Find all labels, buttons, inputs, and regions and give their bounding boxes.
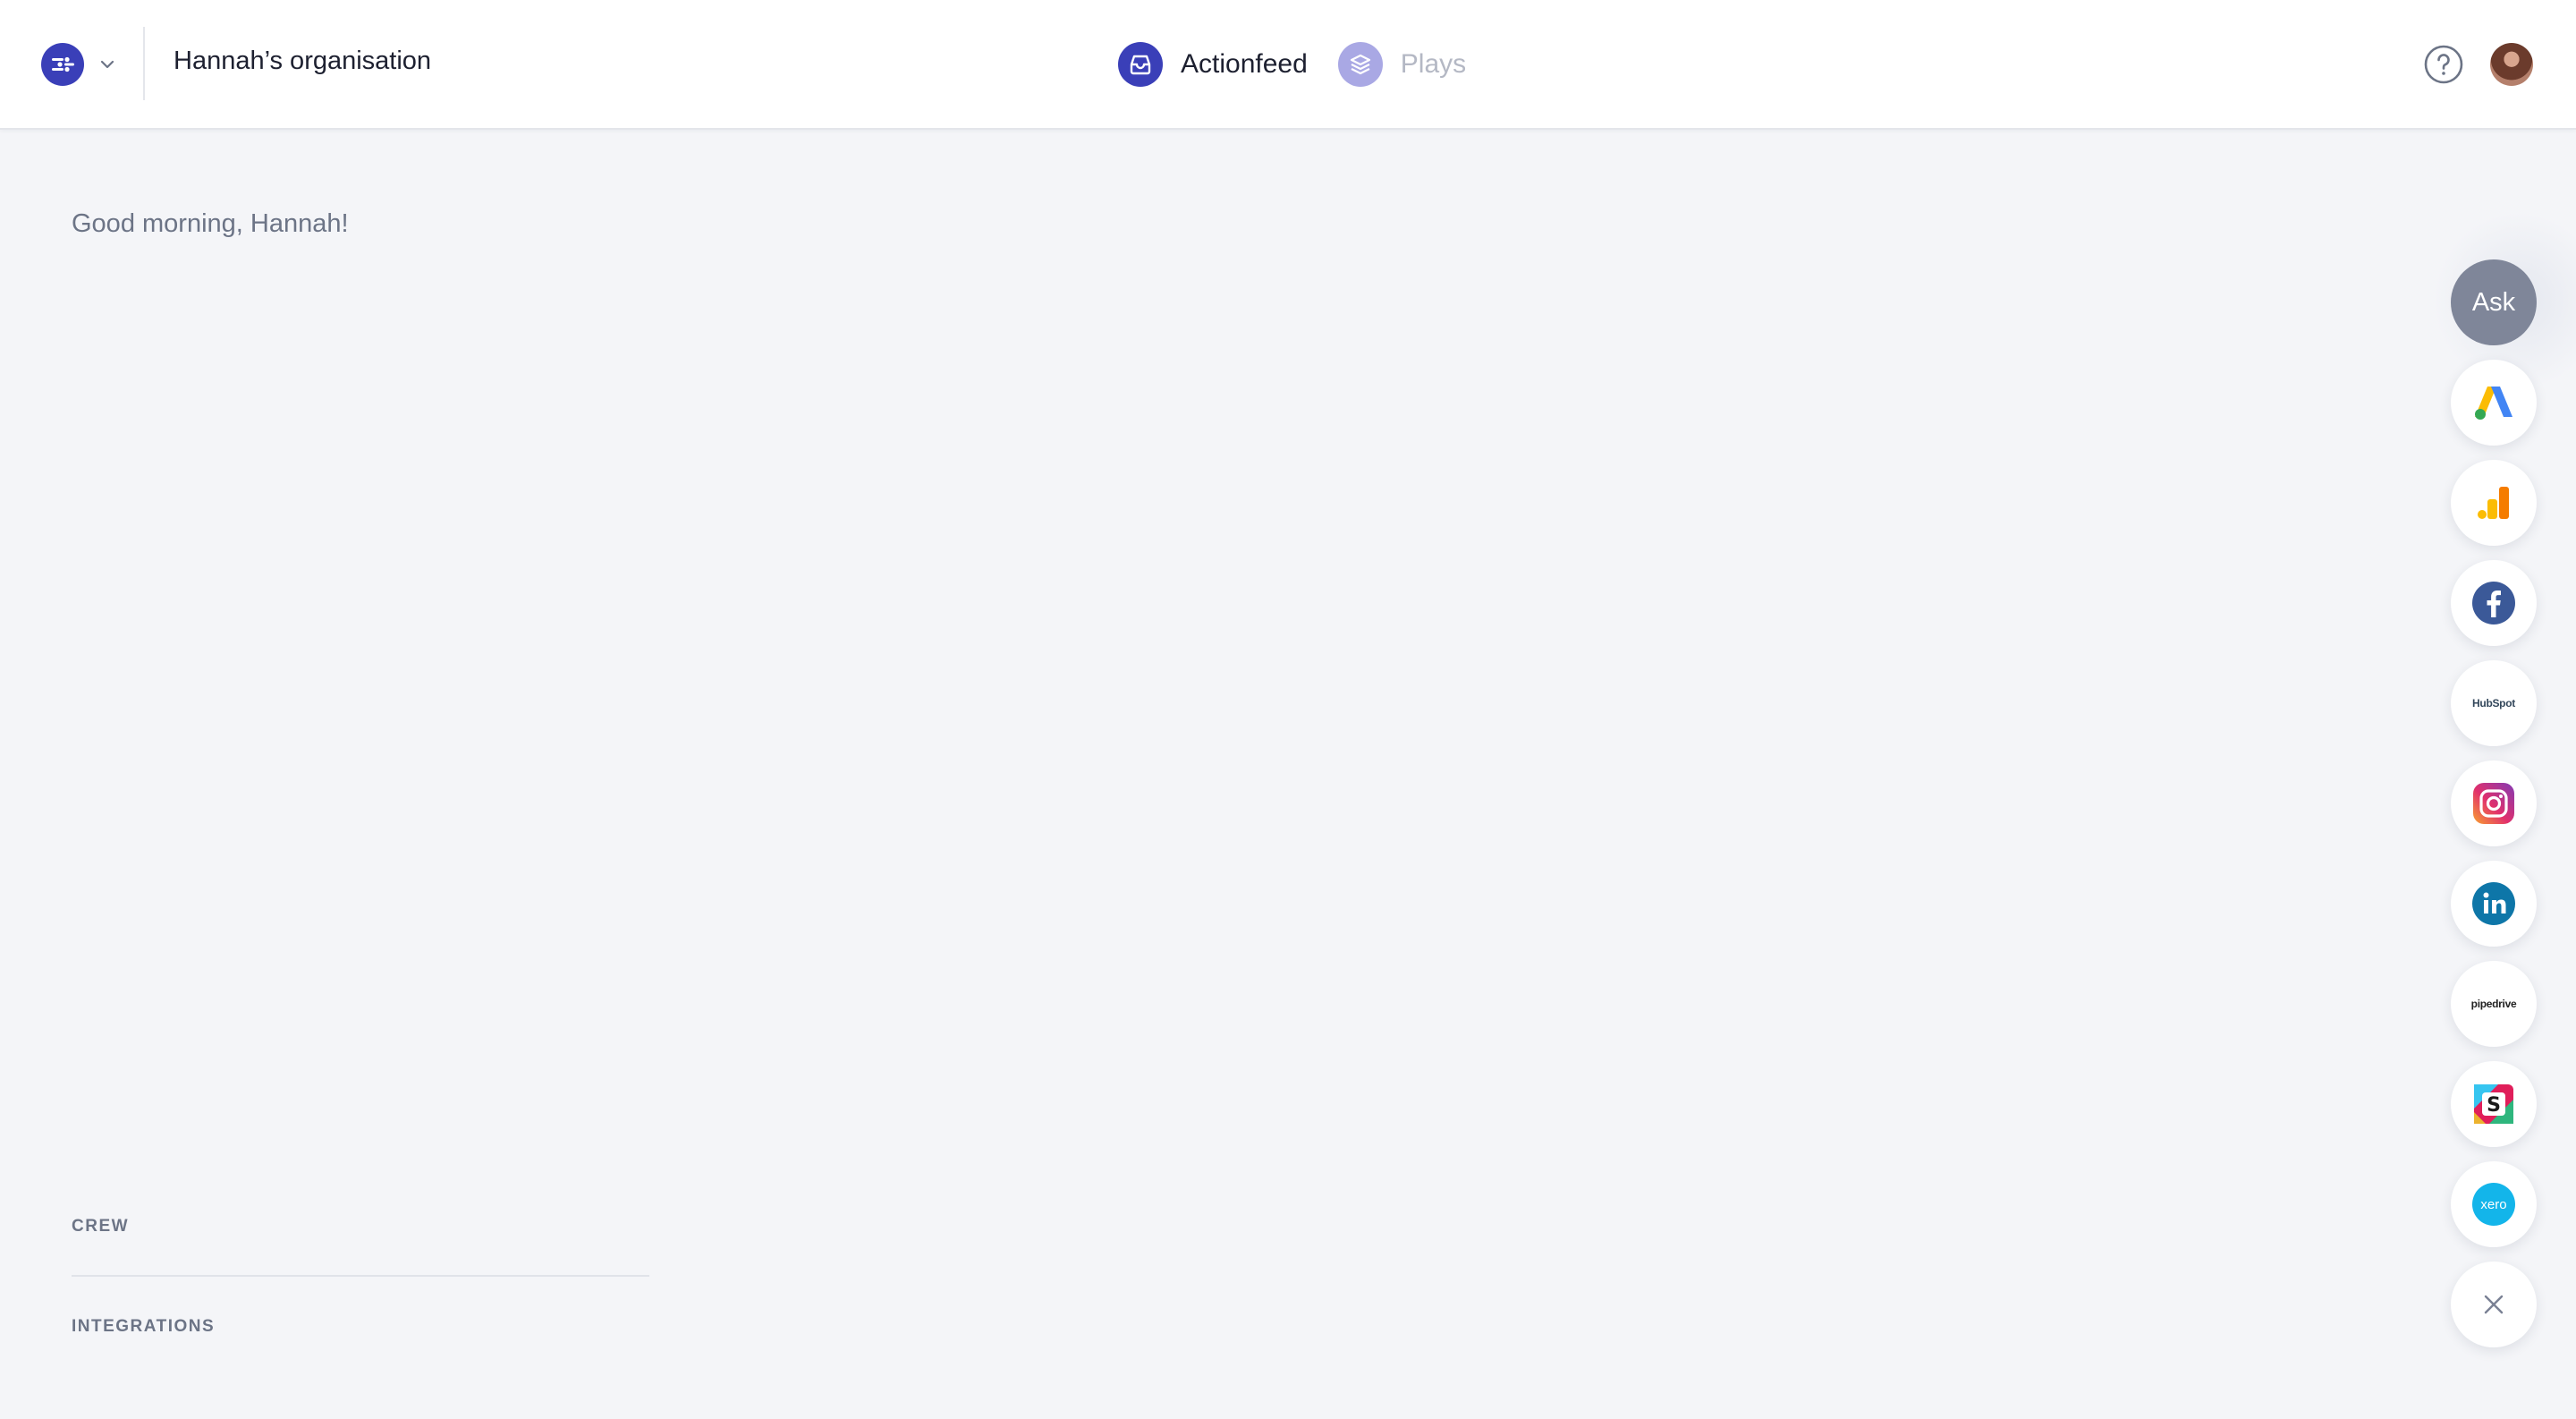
google-ads-icon: [2475, 387, 2512, 420]
hubspot-button[interactable]: HubSpot: [2451, 660, 2537, 746]
google-ads-button[interactable]: [2451, 360, 2537, 446]
google-analytics-button[interactable]: [2451, 460, 2537, 546]
org-name[interactable]: Hannah’s organisation: [174, 47, 431, 76]
xero-wordmark: xero: [2480, 1196, 2507, 1212]
integrations-section-label[interactable]: INTEGRATIONS: [72, 1317, 215, 1337]
inbox-icon: [1118, 42, 1163, 87]
linkedin-icon: [2472, 882, 2515, 925]
instagram-button[interactable]: [2451, 760, 2537, 846]
pipedrive-button[interactable]: pipedrive: [2451, 961, 2537, 1047]
avatar[interactable]: [2490, 43, 2533, 86]
ask-button[interactable]: Ask: [2451, 259, 2537, 345]
ask-button-label: Ask: [2471, 287, 2516, 317]
instagram-icon: [2473, 783, 2514, 824]
slack-button[interactable]: S: [2451, 1061, 2537, 1147]
nav-actionfeed-label: Actionfeed: [1181, 49, 1308, 79]
question-circle-icon[interactable]: [2422, 43, 2465, 86]
layers-icon: [1337, 42, 1383, 87]
nav-actionfeed[interactable]: Actionfeed: [1118, 42, 1308, 87]
top-header: Hannah’s organisation Actionfeed Plays: [0, 0, 2576, 130]
main-nav: Actionfeed Plays: [1118, 39, 1466, 89]
header-divider: [143, 27, 145, 100]
nav-plays-label: Plays: [1400, 49, 1467, 79]
facebook-button[interactable]: [2451, 560, 2537, 646]
google-analytics-icon: [2478, 487, 2509, 519]
close-rail-button[interactable]: [2451, 1262, 2537, 1347]
svg-text:S: S: [2487, 1094, 2501, 1117]
greeting-text: Good morning, Hannah!: [72, 209, 349, 238]
facebook-icon: [2472, 582, 2515, 625]
slack-icon: S: [2474, 1084, 2513, 1124]
nav-plays[interactable]: Plays: [1337, 42, 1467, 87]
close-icon: [2484, 1295, 2504, 1314]
chevron-down-icon[interactable]: [98, 55, 116, 73]
org-logo-icon[interactable]: [41, 43, 84, 86]
xero-icon: xero: [2472, 1183, 2515, 1226]
hubspot-icon: HubSpot: [2472, 697, 2515, 710]
linkedin-button[interactable]: [2451, 861, 2537, 947]
crew-section-label[interactable]: CREW: [72, 1217, 129, 1236]
xero-button[interactable]: xero: [2451, 1161, 2537, 1247]
section-divider: [72, 1275, 649, 1277]
pipedrive-icon: pipedrive: [2470, 998, 2517, 1010]
